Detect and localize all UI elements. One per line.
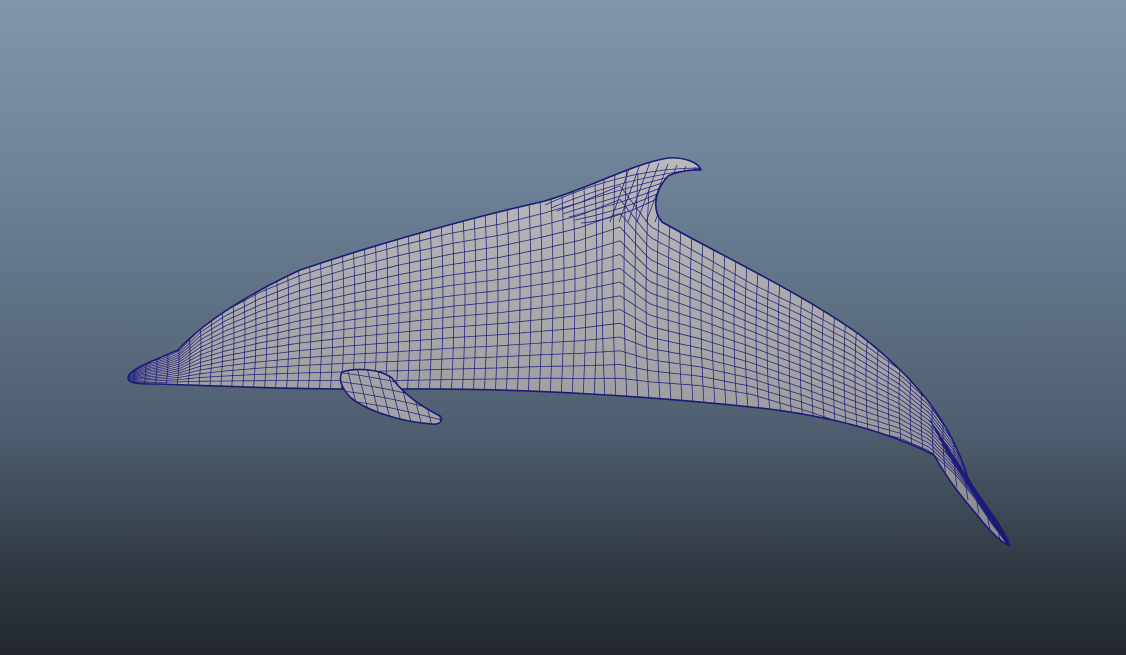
wire-edge bbox=[938, 437, 1009, 544]
wire-edge bbox=[935, 431, 1009, 543]
wire-edge bbox=[131, 343, 136, 392]
wire-edge bbox=[672, 166, 696, 223]
dolphin-model[interactable] bbox=[0, 0, 1126, 655]
wire-edge bbox=[941, 443, 1009, 546]
wire-edge bbox=[944, 449, 1009, 546]
maya-viewport[interactable] bbox=[0, 0, 1126, 655]
